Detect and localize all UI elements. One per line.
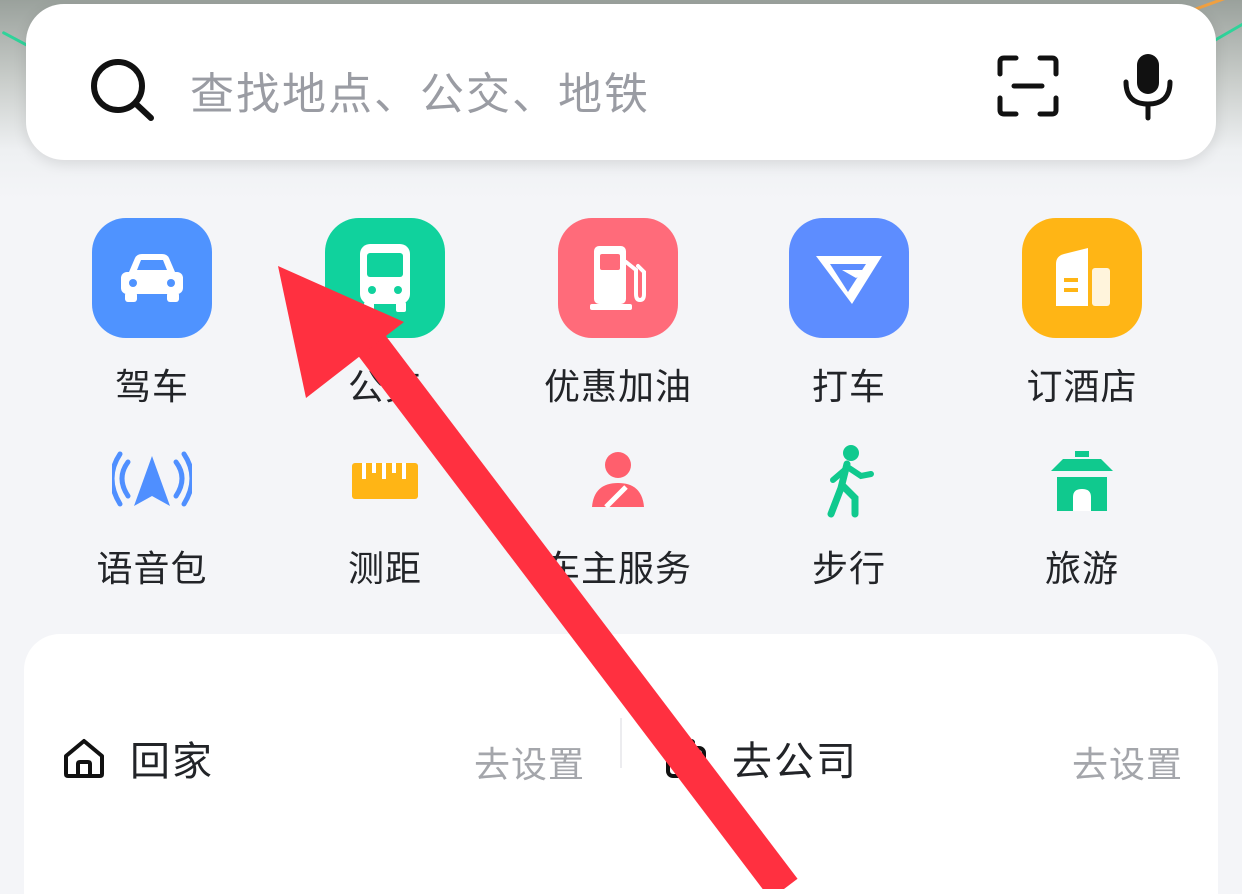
tool-label: 语音包 [96, 549, 208, 590]
tool-travel[interactable]: 旅游 [972, 436, 1192, 592]
voice-navigation-icon [107, 436, 197, 526]
tool-label: 车主服务 [543, 549, 692, 590]
car-icon [92, 218, 212, 338]
work-label: 去公司 [732, 739, 858, 785]
tool-label: 测距 [347, 549, 422, 590]
work-setup-link[interactable]: 去设置 [1072, 736, 1183, 788]
tool-label: 步行 [811, 549, 886, 590]
bus-icon [325, 218, 445, 338]
tool-label: 驾车 [114, 367, 189, 408]
scan-icon[interactable] [996, 54, 1060, 118]
tool-walking[interactable]: 步行 [739, 436, 959, 592]
briefcase-icon [666, 739, 706, 778]
tool-measure[interactable]: 测距 [275, 436, 495, 592]
tool-owner-service[interactable]: 车主服务 [508, 436, 728, 592]
ruler-icon [340, 436, 430, 526]
microphone-icon[interactable] [1118, 52, 1178, 122]
map-road [1211, 20, 1242, 43]
home-setup-link[interactable]: 去设置 [474, 736, 585, 788]
fuel-pump-icon [558, 218, 678, 338]
search-icon [91, 59, 154, 121]
tool-voice-pack[interactable]: 语音包 [42, 436, 262, 592]
home-shortcut[interactable]: 回家 去设置 [62, 728, 602, 788]
tool-label: 旅游 [1044, 549, 1119, 590]
favorites-card: 回家 去设置 去公司 去设置 [24, 634, 1218, 894]
tool-hotel[interactable]: 订酒店 [972, 218, 1192, 410]
hotel-icon [1022, 218, 1142, 338]
walking-icon [804, 436, 894, 526]
tool-bus[interactable]: 公交 [275, 218, 495, 410]
tool-label: 订酒店 [1026, 367, 1138, 408]
divider [620, 718, 622, 768]
search-bar[interactable]: 查找地点、公交、地铁 [26, 4, 1216, 160]
tool-driving[interactable]: 驾车 [42, 218, 262, 410]
pavilion-icon [1037, 436, 1127, 526]
tool-taxi[interactable]: 打车 [739, 218, 959, 410]
work-shortcut[interactable]: 去公司 去设置 [664, 728, 1184, 788]
tool-label: 打车 [811, 367, 886, 408]
driver-service-icon [573, 436, 663, 526]
tool-label: 优惠加油 [543, 367, 692, 408]
home-label: 回家 [130, 739, 214, 785]
tool-fuel-discount[interactable]: 优惠加油 [508, 218, 728, 410]
tool-label: 公交 [347, 367, 422, 408]
home-icon [64, 739, 104, 778]
search-input[interactable]: 查找地点、公交、地铁 [190, 58, 650, 122]
taxi-logo-icon [789, 218, 909, 338]
tool-grid: 驾车 公交 优惠加油 打车 订酒店 语音包 测距 车主服务 步行 旅游 [0, 200, 1242, 620]
